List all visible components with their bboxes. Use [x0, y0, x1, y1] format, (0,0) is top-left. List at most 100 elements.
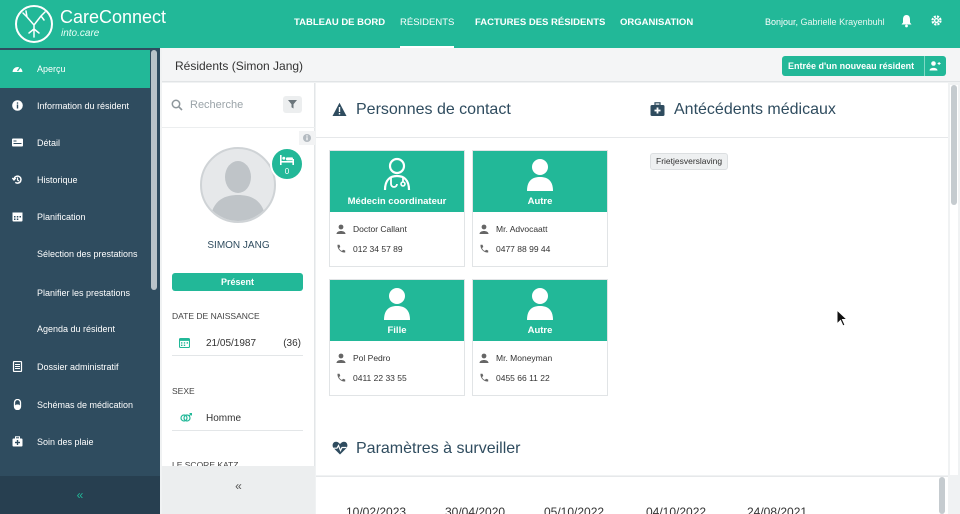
button-divider	[924, 56, 925, 76]
top-bar: CareConnect into.care TABLEAU DE BORD RÉ…	[0, 0, 960, 48]
params-scrollbar[interactable]	[938, 477, 946, 514]
doctor-icon	[383, 157, 411, 191]
panel-collapse-button[interactable]: «	[162, 466, 315, 514]
contact-phone[interactable]: 0455 66 11 22	[496, 373, 550, 383]
phone-icon	[480, 244, 489, 253]
contact-name: Mr. Moneyman	[496, 353, 553, 363]
sidebar-item-soin-plaie[interactable]: Soin des plaie	[0, 423, 150, 461]
sidebar-scrollbar[interactable]	[151, 50, 157, 290]
contact-phone[interactable]: 012 34 57 89	[353, 244, 403, 254]
nav-factures[interactable]: FACTURES DES RÉSIDENTS	[475, 0, 605, 48]
gear-icon[interactable]	[930, 14, 944, 30]
page-title: Résidents (Simon Jang)	[175, 59, 304, 73]
info-icon[interactable]	[299, 131, 315, 145]
sidebar-item-detail[interactable]: Détail	[0, 124, 150, 162]
avatar-silhouette-icon	[210, 161, 266, 221]
user-icon	[384, 288, 410, 320]
medical-history-title: Antécédents médicaux	[674, 101, 836, 118]
add-user-icon	[929, 61, 941, 71]
sidebar-collapse-button[interactable]: «	[0, 476, 160, 514]
param-date: 04/10/2022	[646, 505, 707, 514]
nav-organisation[interactable]: ORGANISATION	[620, 0, 693, 48]
logo-icon[interactable]	[15, 5, 53, 43]
heartbeat-icon	[332, 441, 348, 455]
contact-card[interactable]: Médecin coordinateur Doctor Callant 012 …	[329, 150, 465, 267]
contact-name: Doctor Callant	[353, 224, 407, 234]
status-badge: Présent	[172, 273, 303, 291]
param-date: 30/04/2020	[445, 505, 506, 514]
sidebar-item-label: Dossier administratif	[37, 362, 119, 372]
new-resident-button[interactable]: Entrée d'un nouveau résident	[782, 56, 946, 76]
sidebar-item-planification[interactable]: Planification	[0, 198, 150, 236]
sidebar-item-medication[interactable]: Schémas de médication	[0, 386, 150, 424]
content-scrollbar[interactable]	[950, 85, 958, 475]
user-icon	[527, 159, 553, 191]
contact-card[interactable]: Autre Mr. Moneyman 0455 66 11 22	[472, 279, 608, 396]
bed-icon	[280, 155, 294, 165]
contacts-title: Personnes de contact	[356, 101, 511, 118]
first-aid-icon	[12, 436, 23, 447]
search-input[interactable]: Recherche	[190, 99, 243, 111]
contact-phone[interactable]: 0477 88 99 44	[496, 244, 550, 254]
history-icon	[12, 175, 22, 184]
sidebar-item-label: Soin des plaie	[37, 437, 94, 447]
app-name: CareConnect	[60, 7, 167, 27]
sidebar-item-information[interactable]: Information du résident	[0, 87, 150, 125]
contact-role: Fille	[387, 325, 407, 336]
room-count: 0	[284, 167, 290, 176]
sex-value: Homme	[206, 413, 242, 424]
contact-role: Autre	[527, 196, 553, 207]
sidebar-item-planifier-prestations[interactable]: Planifier les prestations	[0, 274, 150, 312]
param-date: 10/02/2023	[346, 505, 407, 514]
contact-card[interactable]: Autre Mr. Advocaatt 0477 88 99 44	[472, 150, 608, 267]
birth-date-label: DATE DE NAISSANCE	[172, 311, 260, 321]
document-icon	[12, 361, 23, 372]
sex-row: Homme	[172, 405, 303, 431]
sidebar-item-label: Sélection des prestations	[37, 249, 138, 259]
contact-role: Autre	[527, 325, 553, 336]
sidebar-item-historique[interactable]: Historique	[0, 161, 150, 199]
param-date: 05/10/2022	[544, 505, 605, 514]
sex-label: SEXE	[172, 386, 195, 396]
sidebar-item-selection-prestations[interactable]: Sélection des prestations	[0, 235, 150, 273]
user-name[interactable]: Gabrielle Krayenbuhl	[801, 17, 885, 27]
bell-icon[interactable]	[900, 14, 914, 30]
filter-button[interactable]	[283, 96, 302, 113]
medical-history-tag: Frietjesverslaving	[650, 153, 729, 170]
scroll-thumb[interactable]	[939, 477, 945, 514]
scroll-thumb[interactable]	[951, 85, 957, 205]
sidebar-item-dossier[interactable]: Dossier administratif	[0, 348, 150, 386]
user-icon	[527, 288, 553, 320]
nav-tableau-de-bord[interactable]: TABLEAU DE BORD	[294, 0, 385, 48]
user-icon	[336, 224, 346, 234]
sidebar-item-label: Aperçu	[37, 64, 66, 74]
contact-card[interactable]: Fille Pol Pedro 0411 22 33 55	[329, 279, 465, 396]
contact-card-header: Médecin coordinateur	[330, 151, 464, 212]
room-badge[interactable]: 0	[270, 147, 304, 181]
medical-kit-icon	[650, 102, 665, 116]
avatar	[200, 147, 276, 223]
nav-residents[interactable]: RÉSIDENTS	[400, 0, 455, 48]
sidebar-item-label: Détail	[37, 138, 61, 148]
sidebar-item-agenda[interactable]: Agenda du résident	[0, 310, 150, 348]
content-area: Personnes de contact Antécédents médicau…	[316, 83, 948, 475]
calendar-icon	[12, 212, 23, 222]
params-title: Paramètres à surveiller	[356, 440, 521, 457]
gender-icon	[180, 412, 192, 422]
contact-name: Pol Pedro	[353, 353, 391, 363]
age-value: (36)	[283, 338, 301, 349]
search-icon	[171, 99, 183, 111]
birth-date-value: 21/05/1987	[206, 338, 257, 349]
pill-icon	[13, 399, 22, 410]
user-greeting: Bonjour, Gabrielle Krayenbuhl	[765, 17, 885, 27]
phone-icon	[337, 373, 346, 382]
sidebar: Aperçu Information du résident Détail Hi…	[0, 48, 160, 514]
info-icon	[12, 100, 23, 111]
resident-panel: Recherche 0 SIMON JANG Présent DATE DE N…	[162, 83, 315, 514]
contact-phone[interactable]: 0411 22 33 55	[353, 373, 407, 383]
greeting-text: Bonjour,	[765, 17, 799, 27]
sidebar-item-apercu[interactable]: Aperçu	[0, 50, 150, 88]
section-divider	[316, 137, 948, 138]
param-date: 24/08/2021	[747, 505, 808, 514]
params-table: 10/02/2023 30/04/2020 05/10/2022 04/10/2…	[316, 476, 948, 514]
